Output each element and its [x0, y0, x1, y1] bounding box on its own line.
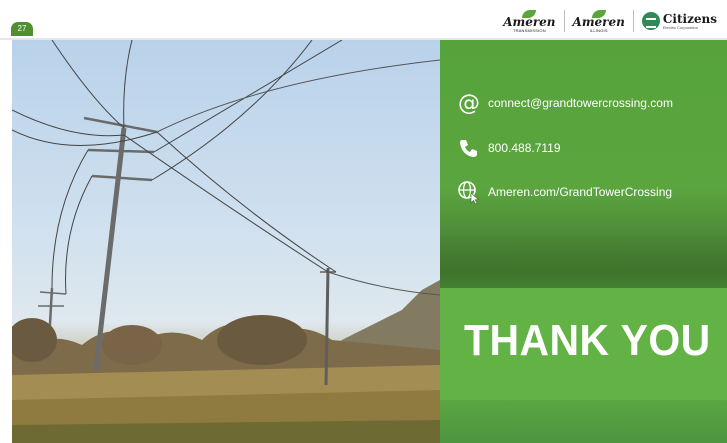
contact-email[interactable]: @ connect@grandtowercrossing.com [456, 92, 673, 114]
phone-icon [456, 137, 482, 159]
ameren-illinois-word: Ameren [572, 14, 625, 29]
right-pole [324, 267, 330, 386]
phone-text[interactable]: 800.488.7119 [488, 141, 561, 155]
globe-cursor-icon [456, 181, 482, 204]
thank-you-heading: THANK YOU [464, 316, 711, 365]
wire-8 [65, 175, 93, 295]
contact-panel: @ connect@grandtowercrossing.com 800.488… [440, 40, 727, 443]
wire-9 [156, 59, 440, 133]
wire-4 [123, 40, 133, 129]
ameren-transmission-sub: TRANSMISSION [512, 27, 546, 33]
ameren-illinois-logo: Ameren ILLINOIS [572, 9, 625, 33]
ameren-illinois-sub: ILLINOIS [589, 27, 608, 33]
partner-logos: Ameren TRANSMISSION Ameren ILLINOIS Citi… [503, 8, 717, 34]
slide-header: 27 Ameren TRANSMISSION Ameren ILLINOIS C… [0, 0, 727, 40]
contact-web[interactable]: Ameren.com/GrandTowerCrossing [456, 181, 672, 204]
wire-5 [153, 40, 343, 153]
slide-number: 27 [11, 22, 33, 36]
contact-phone[interactable]: 800.488.7119 [456, 137, 561, 159]
citizens-badge-icon [641, 12, 660, 30]
ameren-transmission-logo: Ameren TRANSMISSION [503, 9, 556, 33]
at-sign-icon: @ [456, 92, 482, 114]
wire-1 [12, 109, 329, 273]
citizens-sub: Electric Corporation [662, 24, 698, 30]
wire-2 [12, 129, 337, 273]
citizens-word: Citizens [662, 11, 717, 26]
photo-illustration [12, 40, 440, 443]
svg-text:@: @ [458, 92, 480, 114]
panel-bottom [440, 400, 727, 443]
crossarm-mid [87, 148, 155, 154]
bush-2 [102, 325, 162, 365]
web-text[interactable]: Ameren.com/GrandTowerCrossing [488, 185, 672, 199]
logo-divider [632, 10, 634, 32]
citizens-logo: Citizens Electric Corporation [641, 11, 717, 30]
left-crossarm [39, 291, 67, 295]
wire-3 [51, 40, 125, 129]
wire-7 [51, 149, 89, 289]
bush-1 [217, 315, 307, 365]
wire-6 [151, 40, 313, 181]
ameren-transmission-word: Ameren [503, 14, 556, 29]
email-text[interactable]: connect@grandtowercrossing.com [488, 96, 673, 110]
logo-divider [563, 10, 565, 32]
crossarm-low [91, 174, 153, 182]
transmission-line-photo [12, 40, 440, 443]
